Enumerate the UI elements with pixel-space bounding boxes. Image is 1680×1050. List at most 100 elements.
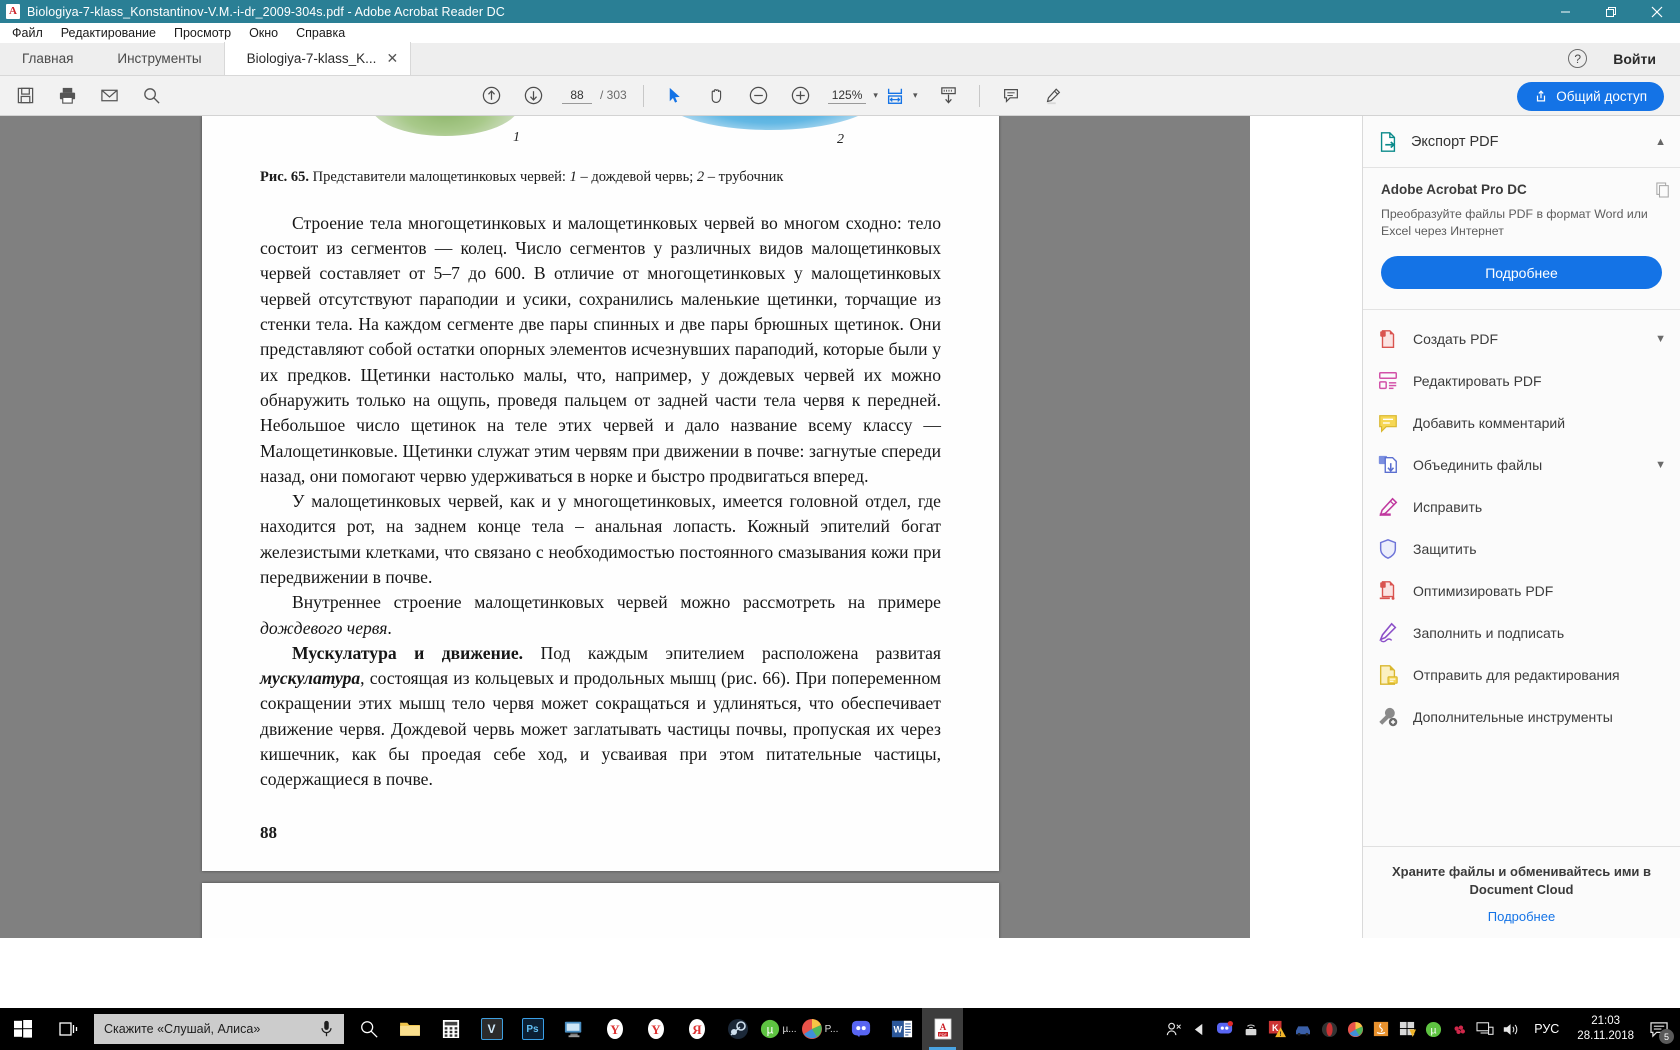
tray-raspberry-icon[interactable] bbox=[1446, 1008, 1472, 1050]
pdf-page: 1 2 Рис. 65. Представители малощетинковы… bbox=[202, 116, 999, 871]
menu-file[interactable]: Файл bbox=[3, 23, 52, 43]
taskbar-yandex-icon[interactable]: Я bbox=[676, 1008, 717, 1050]
cortana-search-box[interactable]: Скажите «Слушай, Алиса» bbox=[94, 1014, 344, 1044]
tool-create-pdf[interactable]: Создать PDF ▼ bbox=[1363, 318, 1680, 360]
language-indicator[interactable]: РУС bbox=[1524, 1022, 1569, 1036]
chevron-up-icon[interactable]: ▲ bbox=[1655, 136, 1666, 148]
zoom-level-input[interactable]: 125% bbox=[827, 88, 867, 104]
microphone-icon[interactable] bbox=[319, 1020, 334, 1038]
chevron-down-icon[interactable]: ▼ bbox=[1655, 333, 1666, 345]
copy-icon[interactable] bbox=[1656, 182, 1670, 198]
tray-utorrent-icon[interactable]: µ bbox=[1420, 1008, 1446, 1050]
taskbar-file-explorer-icon[interactable] bbox=[389, 1008, 430, 1050]
tool-send-for-review-label: Отправить для редактирования bbox=[1413, 667, 1620, 683]
tray-kaspersky-icon[interactable]: K ! bbox=[1264, 1008, 1290, 1050]
tray-router-icon[interactable] bbox=[1238, 1008, 1264, 1050]
show-hidden-icons-icon[interactable] bbox=[1186, 1008, 1212, 1050]
close-button[interactable] bbox=[1634, 0, 1680, 23]
hand-tool-icon[interactable] bbox=[696, 76, 738, 116]
scroll-mode-icon[interactable] bbox=[927, 76, 969, 116]
task-view-button[interactable] bbox=[46, 1008, 92, 1050]
select-tool-icon[interactable] bbox=[654, 76, 696, 116]
tab-tools[interactable]: Инструменты bbox=[95, 42, 223, 75]
save-icon[interactable] bbox=[4, 76, 46, 116]
tray-java-icon[interactable] bbox=[1368, 1008, 1394, 1050]
chevron-down-icon-2[interactable]: ▼ bbox=[1655, 459, 1666, 471]
taskbar-steam-icon[interactable] bbox=[717, 1008, 758, 1050]
tray-windows-update-icon[interactable] bbox=[1394, 1008, 1420, 1050]
tool-add-comment-label: Добавить комментарий bbox=[1413, 415, 1566, 431]
document-viewport[interactable]: 1 2 Рис. 65. Представители малощетинковы… bbox=[0, 116, 1250, 938]
help-icon[interactable]: ? bbox=[1568, 49, 1588, 68]
tray-discord-icon[interactable] bbox=[1212, 1008, 1238, 1050]
taskbar-acrobat-reader-icon[interactable]: A PDF bbox=[922, 1008, 963, 1050]
footer-learn-more-link[interactable]: Подробнее bbox=[1383, 909, 1660, 924]
tray-opera-icon[interactable] bbox=[1316, 1008, 1342, 1050]
paragraph-3-text-b: . bbox=[387, 617, 392, 638]
page-number-box[interactable]: 88 / 303 bbox=[562, 88, 627, 104]
tool-correct[interactable]: Исправить bbox=[1363, 486, 1680, 528]
clock[interactable]: 21:03 28.11.2018 bbox=[1569, 1014, 1642, 1044]
taskbar-photoshop-icon[interactable]: Ps bbox=[512, 1008, 553, 1050]
paragraph-4-heading: Мускулатура и движение. bbox=[292, 642, 524, 663]
fit-chevron-down-icon[interactable]: ▾ bbox=[913, 90, 918, 101]
people-icon[interactable] bbox=[1160, 1008, 1186, 1050]
document-cloud-footer: Храните файлы и обменивайтесь ими в Docu… bbox=[1363, 846, 1680, 938]
tool-edit-pdf[interactable]: Редактировать PDF bbox=[1363, 360, 1680, 402]
sign-in-button[interactable]: Войти bbox=[1613, 51, 1656, 67]
tray-network-icon[interactable] bbox=[1472, 1008, 1498, 1050]
menu-edit[interactable]: Редактирование bbox=[52, 23, 165, 43]
start-button[interactable] bbox=[0, 1008, 46, 1050]
tab-document[interactable]: Biologiya-7-klass_K... ✕ bbox=[223, 42, 412, 75]
taskbar-utorrent-icon[interactable]: µ µ... bbox=[758, 1008, 799, 1050]
promo-learn-more-button[interactable]: Подробнее bbox=[1381, 256, 1662, 289]
acrobat-pro-promo: Adobe Acrobat Pro DC Преобразуйте файлы … bbox=[1363, 168, 1680, 310]
taskbar-discord-icon[interactable] bbox=[840, 1008, 881, 1050]
tool-optimize-pdf[interactable]: Оптимизировать PDF bbox=[1363, 570, 1680, 612]
zoom-in-icon[interactable] bbox=[780, 76, 822, 116]
fit-page-icon[interactable] bbox=[878, 76, 912, 116]
taskbar-visual-studio-icon[interactable]: V bbox=[471, 1008, 512, 1050]
taskbar-search-icon[interactable] bbox=[348, 1008, 389, 1050]
tray-photos-icon[interactable] bbox=[1342, 1008, 1368, 1050]
more-tools-icon bbox=[1379, 707, 1398, 727]
tray-driver-icon[interactable] bbox=[1290, 1008, 1316, 1050]
tool-correct-label: Исправить bbox=[1413, 499, 1483, 515]
taskbar-photos-icon[interactable]: P... bbox=[799, 1008, 840, 1050]
tool-fill-and-sign[interactable]: Заполнить и подписать bbox=[1363, 612, 1680, 654]
tool-send-for-review[interactable]: Отправить для редактирования bbox=[1363, 654, 1680, 696]
zoom-out-icon[interactable] bbox=[738, 76, 780, 116]
menu-view[interactable]: Просмотр bbox=[165, 23, 240, 43]
tool-combine-files-label: Объединить файлы bbox=[1413, 457, 1543, 473]
highlight-icon[interactable] bbox=[1032, 76, 1074, 116]
comment-icon[interactable] bbox=[990, 76, 1032, 116]
email-icon[interactable] bbox=[88, 76, 130, 116]
taskbar-remote-desktop-icon[interactable] bbox=[553, 1008, 594, 1050]
search-icon[interactable] bbox=[130, 76, 172, 116]
tool-combine-files[interactable]: Объединить файлы ▼ bbox=[1363, 444, 1680, 486]
tool-more-tools[interactable]: Дополнительные инструменты bbox=[1363, 696, 1680, 738]
taskbar-word-icon[interactable]: W bbox=[881, 1008, 922, 1050]
taskbar-yandex-browser-icon[interactable]: Y bbox=[594, 1008, 635, 1050]
print-icon[interactable] bbox=[46, 76, 88, 116]
figure-caption: Рис. 65. Представители малощетинковых че… bbox=[260, 168, 941, 187]
tool-protect[interactable]: Защитить bbox=[1363, 528, 1680, 570]
action-center-button[interactable]: 5 bbox=[1642, 1008, 1676, 1050]
menu-help[interactable]: Справка bbox=[287, 23, 354, 43]
tool-add-comment[interactable]: Добавить комментарий bbox=[1363, 402, 1680, 444]
export-pdf-header[interactable]: Экспорт PDF ▲ bbox=[1363, 116, 1680, 168]
taskbar-calculator-icon[interactable] bbox=[430, 1008, 471, 1050]
tab-close-icon[interactable]: ✕ bbox=[385, 51, 399, 65]
maximize-button[interactable] bbox=[1588, 0, 1634, 23]
tab-strip: Главная Инструменты Biologiya-7-klass_K.… bbox=[0, 42, 1680, 76]
title-bar: Biologiya-7-klass_Konstantinov-V.M.-i-dr… bbox=[0, 0, 1680, 23]
next-page-icon[interactable] bbox=[512, 76, 554, 116]
tab-home[interactable]: Главная bbox=[0, 42, 95, 75]
minimize-button[interactable] bbox=[1542, 0, 1588, 23]
previous-page-icon[interactable] bbox=[470, 76, 512, 116]
share-button[interactable]: Общий доступ bbox=[1517, 82, 1664, 111]
menu-window[interactable]: Окно bbox=[240, 23, 287, 43]
page-number-input[interactable]: 88 bbox=[562, 88, 592, 104]
tray-volume-icon[interactable] bbox=[1498, 1008, 1524, 1050]
taskbar-yandex-browser-2-icon[interactable]: Y bbox=[635, 1008, 676, 1050]
